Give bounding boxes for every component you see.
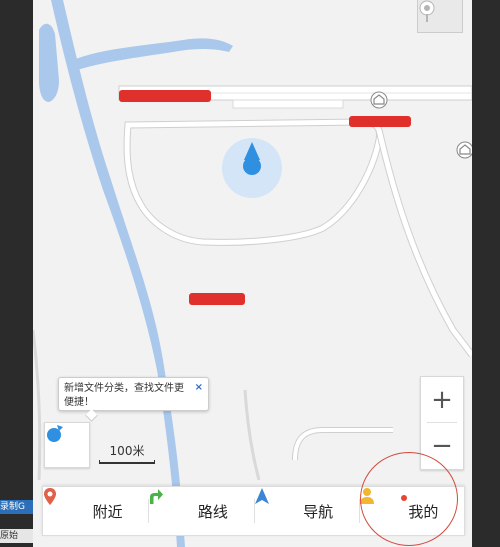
locate-me-button[interactable] [44,422,90,468]
scale-label: 100米 [109,444,145,458]
lake [39,23,59,103]
tab-navigation[interactable]: 导航 [253,487,359,535]
locate-icon [47,425,63,442]
poi-building-icon[interactable] [370,91,388,109]
tab-nearby[interactable]: 附近 [43,487,148,535]
map-scale: 100米 [99,442,155,466]
feature-tooltip: 新增文件分类，查找文件更便捷！ × [58,377,209,422]
compass-button[interactable] [417,0,463,33]
annotation-circle [360,452,458,546]
zoom-in-button[interactable]: + [421,377,463,422]
pin-icon [44,488,87,521]
background-window-label: 录制G [0,500,33,514]
navigation-arrow-icon [254,488,297,521]
background-window-label-secondary: 原始 [0,529,33,543]
river-branch [73,38,233,70]
road-segment [232,99,344,109]
background-window-edge-right [472,0,500,547]
redacted-label [349,116,411,127]
redacted-label [119,90,211,102]
road-diagonal-outer [375,129,472,358]
poi-building-icon[interactable] [456,141,472,159]
road-lower-outer [292,427,393,461]
tooltip-text: 新增文件分类，查找文件更便捷！ [64,383,184,408]
screenshot-frame: 录制G 原始 + − 新增文件分类，查找文件更便捷！ × 100米 附近 路线 … [0,0,500,547]
tab-route-label: 路线 [197,502,228,521]
map-pin-icon [419,0,435,22]
road-diagonal [376,129,472,357]
scale-bar [99,460,155,464]
redacted-label [189,293,245,305]
tab-route[interactable]: 路线 [148,487,253,535]
route-arrow-icon [150,489,192,521]
tab-nearby-label: 附近 [92,502,123,521]
tab-navigation-label: 导航 [303,502,334,521]
close-icon[interactable]: × [195,381,203,395]
road-minor-center [243,389,261,481]
background-window-edge: 录制G 原始 [0,0,33,547]
road-minor-left [33,329,42,481]
